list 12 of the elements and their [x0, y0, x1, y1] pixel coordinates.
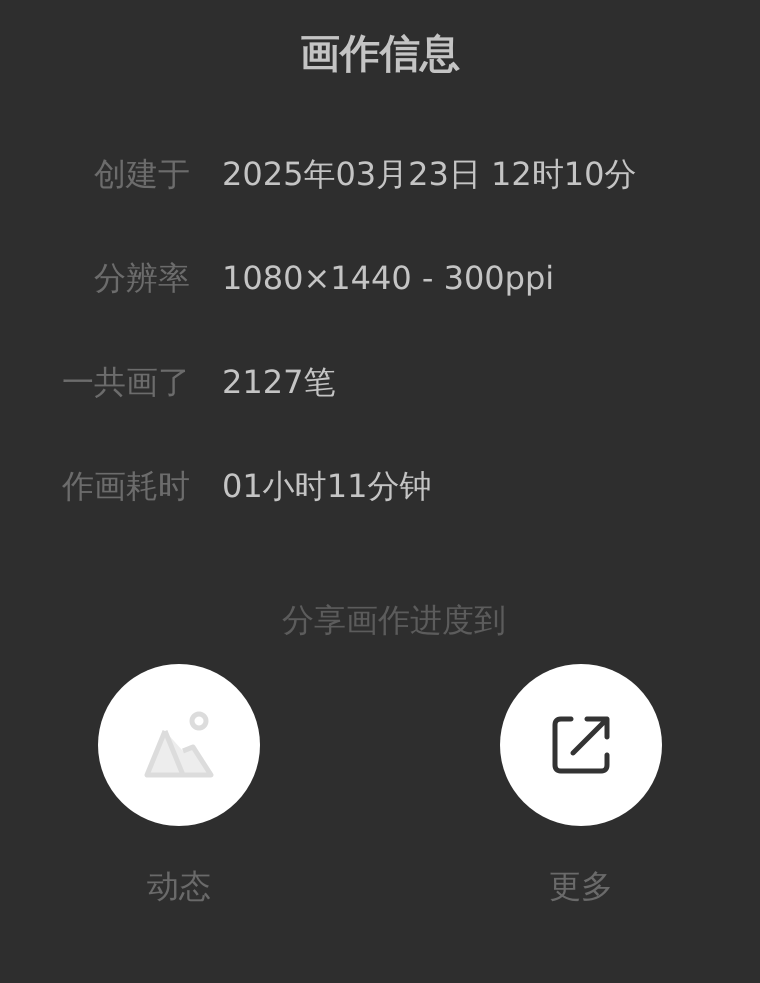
info-value: 2025年03月23日 12时10分	[222, 154, 638, 195]
info-label: 分辨率	[93, 258, 190, 299]
info-value: 1080×1440 - 300ppi	[222, 258, 556, 299]
info-label: 创建于	[93, 154, 190, 195]
info-value: 2127笔	[222, 362, 336, 403]
info-value: 01小时11分钟	[222, 466, 432, 507]
external-link-icon	[551, 715, 611, 775]
share-label: 动态	[147, 866, 211, 907]
info-label: 一共画了	[61, 362, 190, 403]
info-label: 作画耗时	[61, 466, 190, 507]
share-label: 更多	[549, 866, 613, 907]
dialog-title: 画作信息	[300, 30, 460, 79]
